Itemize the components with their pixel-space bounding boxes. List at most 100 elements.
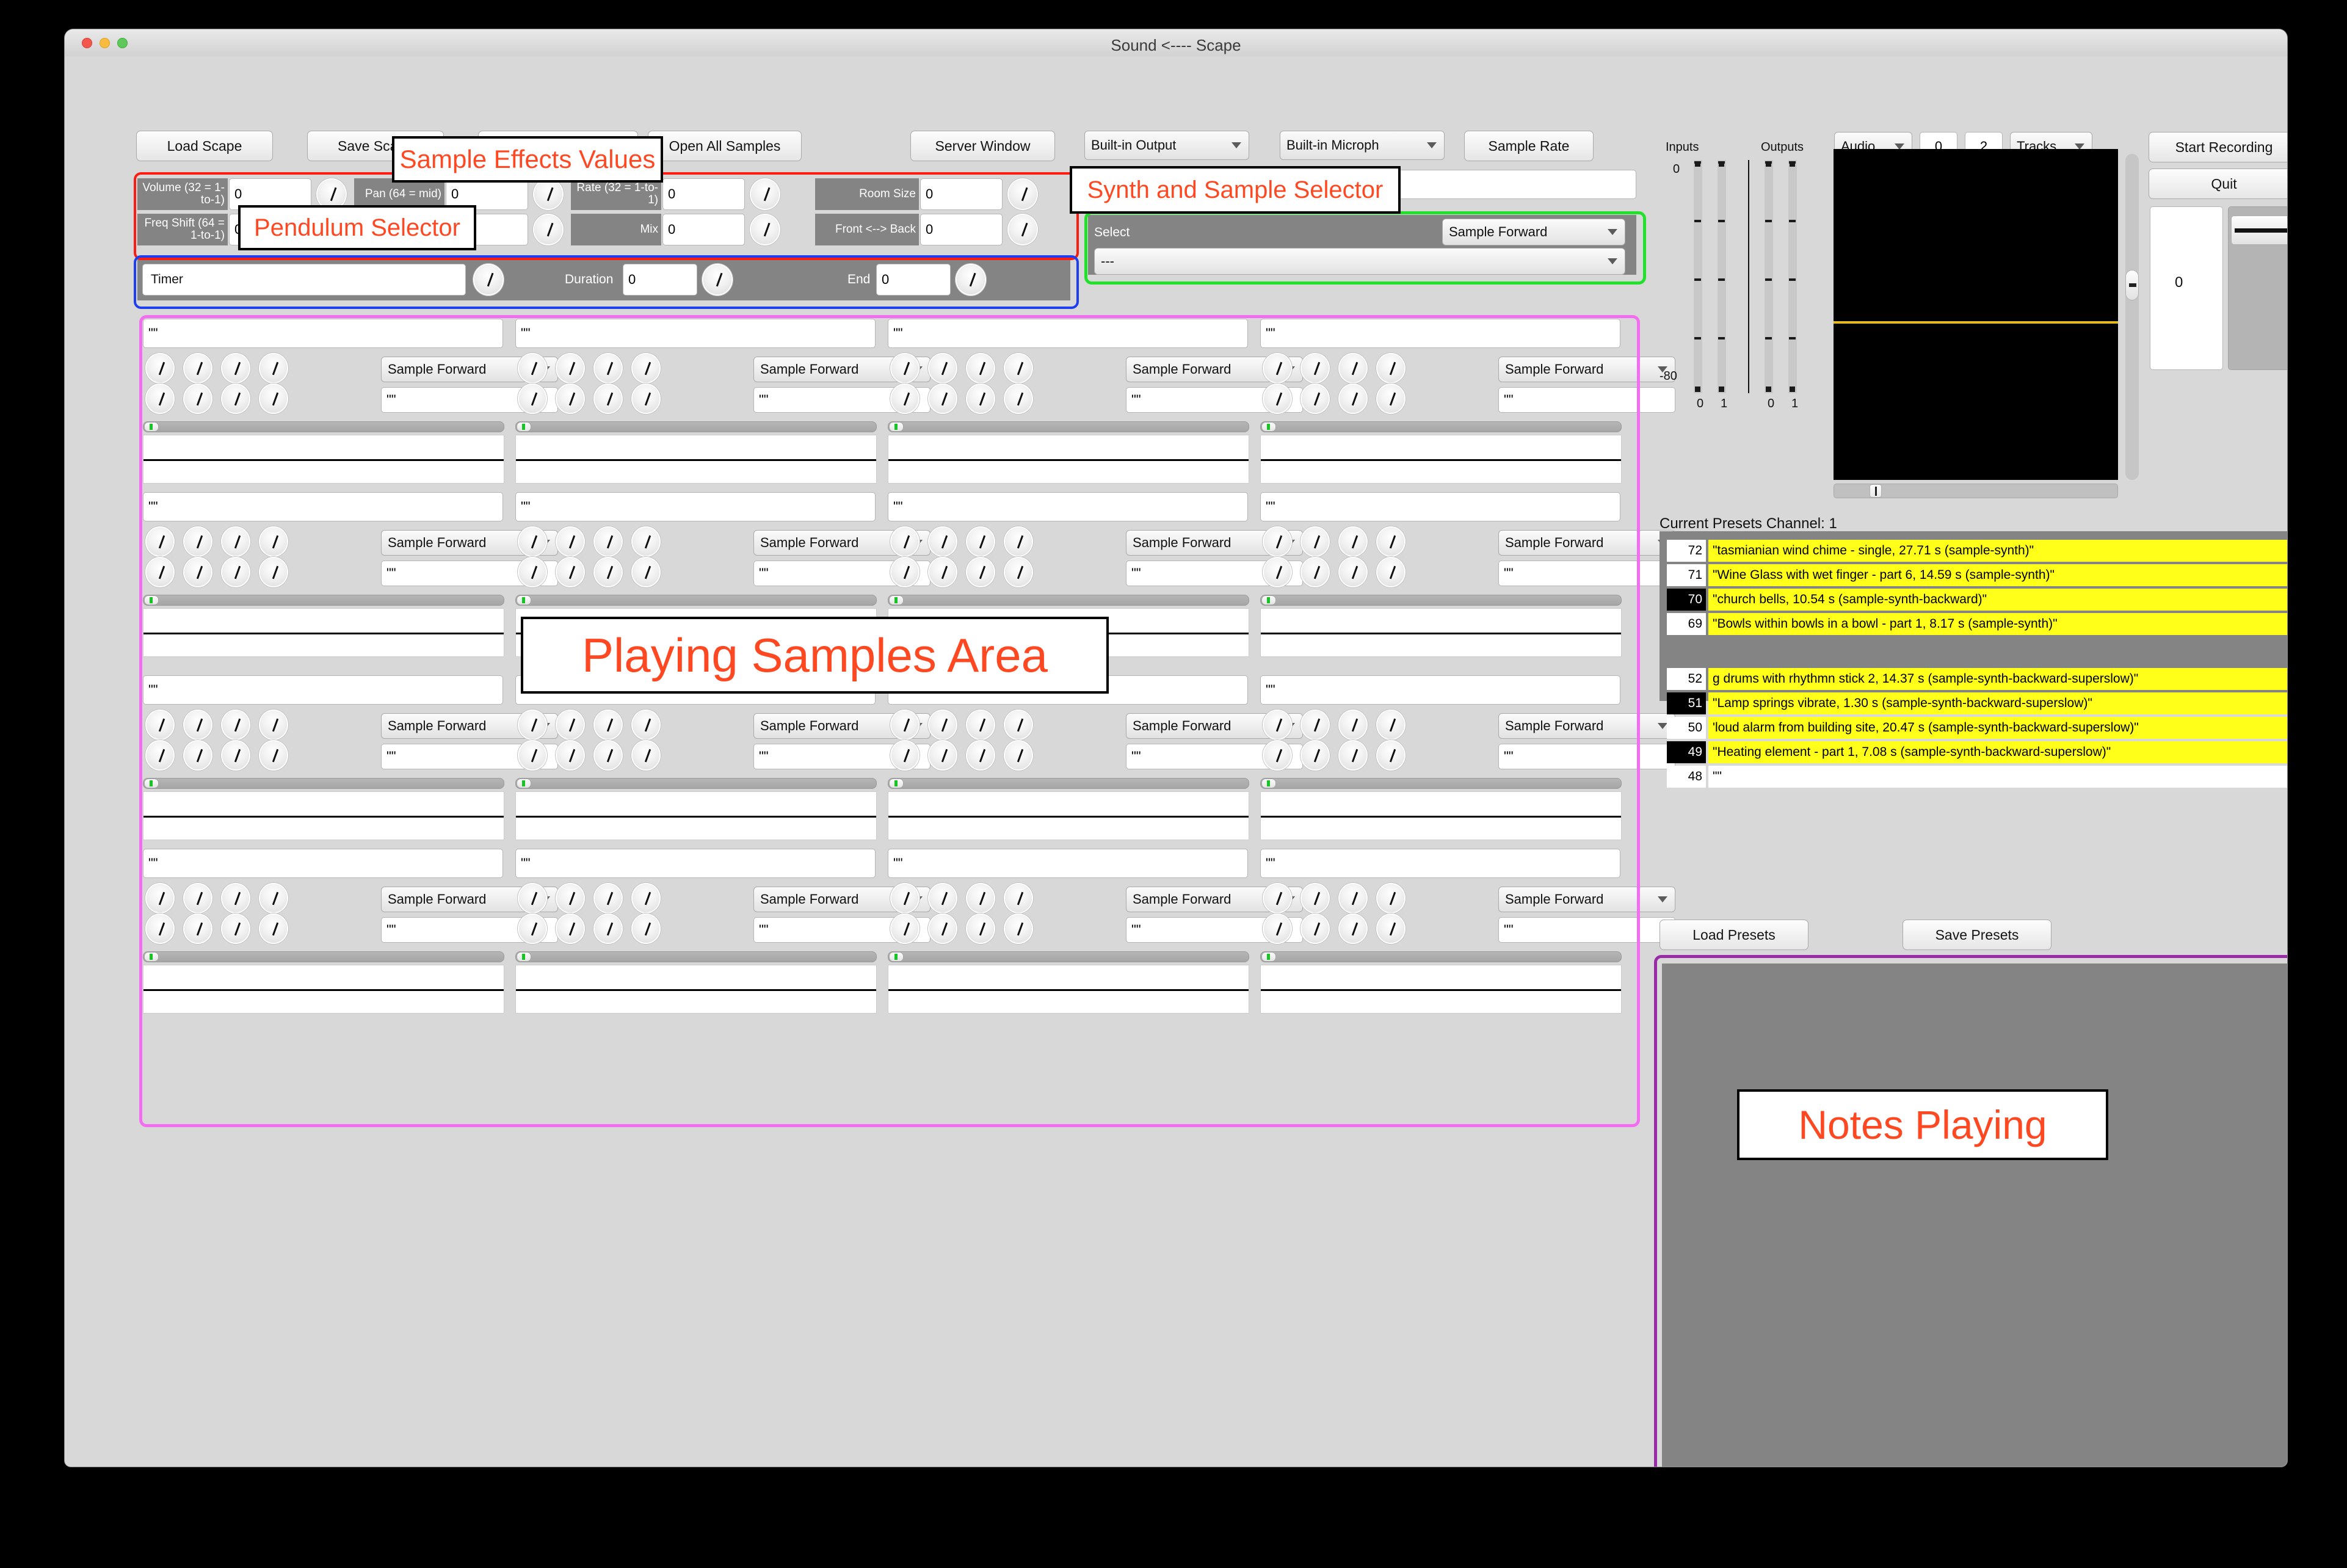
sample-knob[interactable] [929,915,956,943]
sample-knob[interactable] [1302,711,1329,739]
preset-number[interactable]: 50 [1667,717,1706,739]
sample-name-input[interactable]: "" [888,492,1248,521]
sample-position-slider[interactable] [888,951,1249,962]
sample-direction-select[interactable]: Sample Forward [1498,887,1675,912]
sample-knob[interactable] [891,884,918,912]
sample-sub-input[interactable]: "" [1498,744,1675,769]
sample-knob[interactable] [184,711,211,739]
preset-number[interactable]: 72 [1667,540,1706,562]
sample-position-thumb[interactable] [889,779,904,788]
sample-name-input[interactable]: "" [515,492,876,521]
sample-knob[interactable] [633,354,659,382]
load-scape-button[interactable]: Load Scape [136,131,273,161]
sample-knob[interactable] [260,528,287,556]
preset-number[interactable]: 49 [1667,741,1706,763]
sample-knob[interactable] [184,558,211,586]
sample-knob[interactable] [891,354,918,382]
sample-knob[interactable] [184,354,211,382]
sample-knob[interactable] [260,385,287,413]
sample-knob[interactable] [1005,558,1032,586]
sample-position-slider[interactable] [515,421,877,432]
sample-name-input[interactable]: "" [1260,492,1620,521]
save-presets-button[interactable]: Save Presets [1903,920,2051,950]
sample-knob[interactable] [557,915,584,943]
sample-sub-input[interactable]: "" [1498,917,1675,943]
sample-knob[interactable] [633,528,659,556]
sample-knob[interactable] [1302,741,1329,769]
sample-knob[interactable] [519,354,546,382]
sample-position-thumb[interactable] [1261,422,1276,432]
sample-knob[interactable] [1377,884,1404,912]
master-fader-thumb[interactable] [2231,216,2287,245]
sample-knob[interactable] [1005,528,1032,556]
sample-knob[interactable] [891,741,918,769]
preset-row[interactable]: 69 "Bowls within bowls in a bowl - part 1… [1667,613,2287,635]
sample-knob[interactable] [1340,528,1366,556]
sample-knob[interactable] [147,354,173,382]
preset-name[interactable]: "Wine Glass with wet finger - part 6, 14… [1708,564,2287,586]
damp-knob[interactable] [534,215,562,244]
sample-knob[interactable] [891,711,918,739]
sample-knob[interactable] [222,884,249,912]
sample-knob[interactable] [519,558,546,586]
sample-position-thumb[interactable] [517,595,531,605]
sample-position-slider[interactable] [143,951,504,962]
sample-knob[interactable] [184,915,211,943]
waveform-scope[interactable] [1834,149,2118,480]
sample-knob[interactable] [1264,385,1291,413]
sample-knob[interactable] [260,711,287,739]
sample-name-input[interactable]: "" [1260,319,1620,348]
sample-knob[interactable] [967,915,994,943]
sample-position-slider[interactable] [515,778,877,789]
preset-number[interactable]: 48 [1667,766,1706,788]
scope-vertical-scrollbar[interactable] [2125,154,2139,480]
sample-position-slider[interactable] [1260,951,1622,962]
sample-knob[interactable] [147,884,173,912]
sample-knob[interactable] [929,711,956,739]
sample-knob[interactable] [595,915,622,943]
sample-name-input[interactable]: "" [1260,849,1620,878]
sample-position-thumb[interactable] [1261,595,1276,605]
sample-knob[interactable] [1264,528,1291,556]
sample-knob[interactable] [147,741,173,769]
sample-knob[interactable] [1340,711,1366,739]
front-back-knob[interactable] [1009,215,1037,244]
sample-name-input[interactable]: "" [515,849,876,878]
sample-knob[interactable] [147,711,173,739]
sample-knob[interactable] [1377,558,1404,586]
sample-name-input[interactable]: "" [888,849,1248,878]
mix-knob[interactable] [751,215,779,244]
sample-position-thumb[interactable] [517,952,531,962]
sample-knob[interactable] [891,528,918,556]
sample-knob[interactable] [1264,354,1291,382]
sample-name-input[interactable]: "" [143,319,503,348]
preset-row[interactable]: 70 "church bells, 10.54 s (sample-synth-b… [1667,589,2287,611]
sample-knob[interactable] [595,558,622,586]
sample-knob[interactable] [1264,915,1291,943]
scope-horizontal-scrollbar[interactable] [1834,484,2118,498]
sample-name-input[interactable]: "" [143,675,503,705]
sample-position-thumb[interactable] [144,952,159,962]
sample-sub-input[interactable]: "" [1498,387,1675,413]
sample-knob[interactable] [1264,711,1291,739]
sample-position-thumb[interactable] [144,422,159,432]
sample-name-input[interactable]: "" [888,319,1248,348]
sample-knob[interactable] [633,915,659,943]
sample-knob[interactable] [633,711,659,739]
sample-knob[interactable] [1340,354,1366,382]
sample-knob[interactable] [557,884,584,912]
sample-knob[interactable] [519,884,546,912]
sample-name-input[interactable]: "" [143,492,503,521]
timer-input[interactable] [142,264,466,296]
sample-knob[interactable] [1377,354,1404,382]
sample-rate-button[interactable]: Sample Rate [1464,131,1594,161]
sample-knob[interactable] [184,884,211,912]
preset-row[interactable]: 52 g drums with rhythmn stick 2, 14.37 s … [1667,668,2287,690]
sample-knob[interactable] [147,915,173,943]
sample-knob[interactable] [1302,558,1329,586]
preset-name[interactable]: "" [1708,766,2287,788]
sample-knob[interactable] [557,558,584,586]
sample-knob[interactable] [967,354,994,382]
sample-knob[interactable] [1377,711,1404,739]
rate-input[interactable]: 0 [662,178,745,210]
